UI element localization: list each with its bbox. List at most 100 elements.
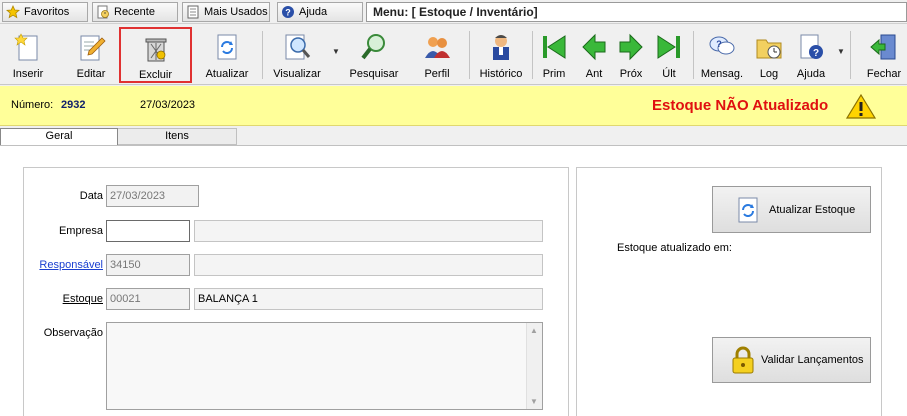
- numero-label: Número:: [11, 99, 54, 111]
- svg-text:?: ?: [716, 39, 722, 49]
- svg-text:?: ?: [285, 8, 291, 18]
- person-history-icon: [485, 31, 517, 63]
- atualizar-estoque-button[interactable]: Atualizar Estoque: [712, 186, 871, 233]
- status-bar: Número: 2932 27/03/2023 Estoque NÃO Atua…: [0, 86, 907, 126]
- separator: [850, 31, 851, 79]
- fechar-label: Fechar: [866, 68, 902, 80]
- favoritos-button[interactable]: Favoritos: [2, 2, 88, 22]
- ult-label: Últ: [662, 68, 676, 80]
- validar-lancamentos-button[interactable]: Validar Lançamentos: [712, 337, 871, 383]
- visualizar-button[interactable]: Visualizar: [270, 27, 324, 83]
- numero-value: 2932: [61, 99, 86, 111]
- ult-button[interactable]: Últ: [653, 27, 685, 83]
- tab-bar: Geral Itens: [0, 127, 907, 145]
- ant-label: Ant: [585, 68, 603, 80]
- responsavel-name-field: [194, 254, 543, 276]
- data-label: Data: [79, 190, 103, 202]
- atualizar-label: Atualizar: [205, 68, 249, 80]
- preview-icon: [281, 31, 313, 63]
- tab-geral[interactable]: Geral: [0, 128, 118, 145]
- ajuda-top-button[interactable]: ? Ajuda: [277, 2, 363, 22]
- menu-path: Menu: [ Estoque / Inventário]: [366, 2, 907, 22]
- mais-usados-button[interactable]: Mais Usados: [182, 2, 270, 22]
- tab-itens[interactable]: Itens: [118, 128, 237, 145]
- scroll-up-icon[interactable]: ▲: [530, 326, 538, 335]
- recent-doc-icon: [96, 5, 110, 19]
- prox-label: Próx: [619, 68, 643, 80]
- fechar-button[interactable]: Fechar: [862, 27, 906, 83]
- visualizar-label: Visualizar: [273, 68, 321, 80]
- estoque-name-field: BALANÇA 1: [194, 288, 543, 310]
- estoque-atualizado-em-label: Estoque atualizado em:: [617, 242, 732, 254]
- estoque-code-field: 00021: [106, 288, 190, 310]
- perfil-label: Perfil: [424, 68, 450, 80]
- scroll-down-icon[interactable]: ▼: [530, 397, 538, 406]
- last-record-icon: [653, 31, 685, 63]
- responsavel-code-field: 34150: [106, 254, 190, 276]
- atualizar-estoque-label: Atualizar Estoque: [769, 203, 856, 216]
- visualizar-dropdown-icon[interactable]: ▼: [332, 47, 340, 56]
- recente-button[interactable]: Recente: [92, 2, 178, 22]
- edit-document-icon: [75, 31, 107, 63]
- excluir-label: Excluir: [138, 69, 172, 81]
- observacao-scrollbar[interactable]: ▲ ▼: [526, 323, 542, 409]
- help-document-icon: ?: [795, 31, 827, 63]
- prim-label: Prim: [542, 68, 566, 80]
- mensag-button[interactable]: ? Mensag.: [698, 27, 746, 83]
- stock-not-updated-alert: Estoque NÃO Atualizado: [652, 97, 829, 114]
- historico-button[interactable]: Histórico: [476, 27, 526, 83]
- validar-lancamentos-label: Validar Lançamentos: [761, 354, 864, 366]
- responsavel-link[interactable]: Responsável: [20, 259, 103, 271]
- exit-door-icon: [868, 31, 900, 63]
- prim-button[interactable]: Prim: [538, 27, 570, 83]
- folder-clock-icon: [753, 31, 785, 63]
- observacao-textarea[interactable]: ▲ ▼: [106, 322, 543, 410]
- pesquisar-button[interactable]: Pesquisar: [346, 27, 402, 83]
- atualizar-button[interactable]: Atualizar: [202, 27, 252, 83]
- previous-record-icon: [578, 31, 610, 63]
- recente-label: Recente: [114, 6, 155, 18]
- estoque-label: Estoque: [62, 293, 103, 305]
- next-record-icon: [615, 31, 647, 63]
- message-icon: ?: [706, 31, 738, 63]
- empresa-name-field: [194, 220, 543, 242]
- lock-icon: [729, 346, 757, 374]
- trash-icon: [140, 33, 172, 64]
- inserir-label: Inserir: [12, 68, 44, 80]
- top-bar: Favoritos Recente Mais Usados ? Ajuda Me…: [0, 0, 907, 24]
- observacao-label: Observação: [43, 327, 103, 339]
- mensag-label: Mensag.: [700, 68, 744, 80]
- prox-button[interactable]: Próx: [615, 27, 647, 83]
- empresa-code-field[interactable]: [106, 220, 190, 242]
- empresa-label: Empresa: [58, 225, 103, 237]
- editar-button[interactable]: Editar: [66, 27, 116, 83]
- data-field: 27/03/2023: [106, 185, 199, 207]
- first-record-icon: [538, 31, 570, 63]
- pesquisar-label: Pesquisar: [349, 68, 399, 80]
- search-icon: [358, 31, 390, 63]
- toolbar: Inserir Editar Excluir Atualizar Visuali…: [0, 25, 907, 85]
- warning-icon: [845, 93, 877, 123]
- ajuda-toolbar-button[interactable]: ? Ajuda: [793, 27, 829, 83]
- excluir-button[interactable]: Excluir: [119, 27, 192, 83]
- ajuda-dropdown-icon[interactable]: ▼: [837, 47, 845, 56]
- new-document-icon: [12, 31, 44, 63]
- historico-label: Histórico: [479, 68, 523, 80]
- log-label: Log: [759, 68, 779, 80]
- star-icon: [6, 5, 20, 19]
- ajuda-top-label: Ajuda: [299, 6, 328, 18]
- status-date: 27/03/2023: [140, 99, 196, 111]
- separator: [693, 31, 694, 79]
- separator: [532, 31, 533, 79]
- help-icon: ?: [281, 5, 295, 19]
- separator: [469, 31, 470, 79]
- editar-label: Editar: [76, 68, 106, 80]
- users-icon: [421, 31, 453, 63]
- inserir-button[interactable]: Inserir: [4, 27, 52, 83]
- log-button[interactable]: Log: [751, 27, 787, 83]
- ajuda-toolbar-label: Ajuda: [796, 68, 826, 80]
- perfil-button[interactable]: Perfil: [414, 27, 460, 83]
- svg-text:?: ?: [813, 48, 819, 59]
- ant-button[interactable]: Ant: [578, 27, 610, 83]
- document-icon: [186, 5, 200, 19]
